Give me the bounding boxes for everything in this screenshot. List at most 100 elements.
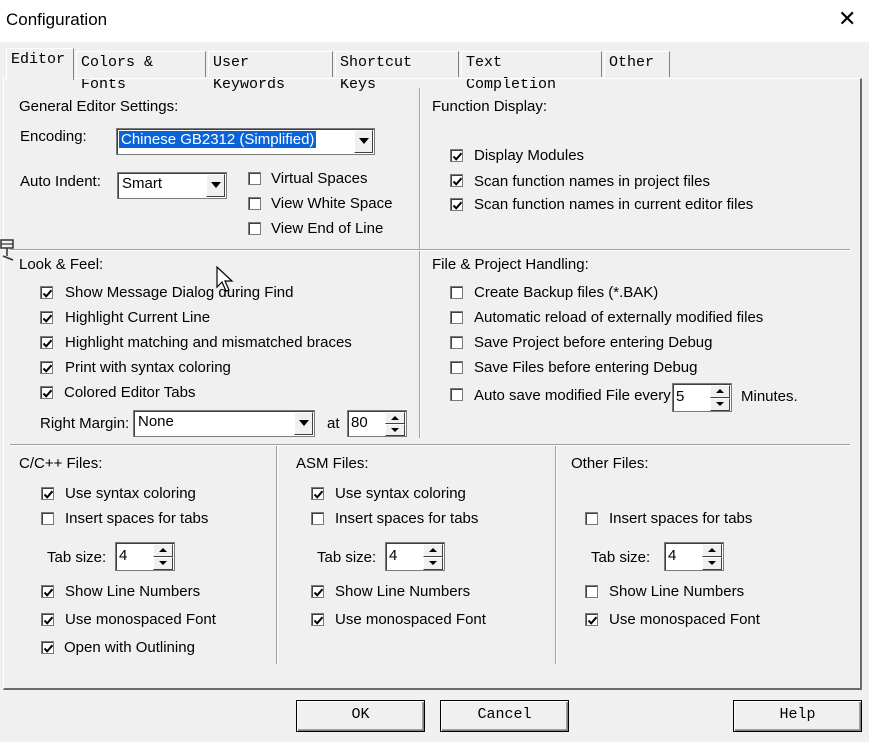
auto-save-checkbox[interactable] bbox=[450, 388, 463, 401]
colored-editor-tabs-label: Colored Editor Tabs bbox=[64, 384, 196, 401]
c-files-heading: C/C++ Files: bbox=[19, 455, 103, 472]
check-icon bbox=[43, 588, 54, 597]
check-icon bbox=[452, 201, 463, 210]
help-button[interactable]: Help bbox=[733, 700, 862, 732]
general-settings-heading: General Editor Settings: bbox=[19, 98, 179, 115]
tab-shortcut-keys[interactable]: Shortcut Keys bbox=[335, 51, 459, 93]
save-files-debug-checkbox[interactable] bbox=[450, 361, 463, 374]
tab-editor[interactable]: Editor bbox=[6, 48, 74, 80]
asm-monospaced-checkbox[interactable] bbox=[311, 613, 324, 626]
c-tab-size-label: Tab size: bbox=[47, 549, 107, 566]
scan-project-files-checkbox[interactable] bbox=[450, 174, 463, 187]
other-show-line-numbers-checkbox[interactable] bbox=[585, 585, 598, 598]
check-icon bbox=[42, 289, 53, 298]
view-white-space-checkbox[interactable] bbox=[248, 197, 261, 210]
view-end-of-line-checkbox[interactable] bbox=[248, 222, 261, 235]
check-icon bbox=[452, 152, 463, 161]
tab-other[interactable]: Other bbox=[604, 51, 670, 77]
asm-tab-size-label: Tab size: bbox=[317, 549, 377, 566]
scan-project-files-label: Scan function names in project files bbox=[474, 173, 710, 190]
view-end-of-line-label: View End of Line bbox=[271, 220, 384, 237]
c-insert-spaces-checkbox[interactable] bbox=[41, 512, 54, 525]
tab-colors-fonts[interactable]: Colors & Fonts bbox=[76, 51, 206, 93]
spin-down-icon[interactable] bbox=[702, 557, 722, 570]
spin-up-icon[interactable] bbox=[385, 412, 405, 424]
create-backup-label: Create Backup files (*.BAK) bbox=[474, 284, 659, 301]
cancel-button[interactable]: Cancel bbox=[440, 700, 569, 732]
right-margin-column-value: 80 bbox=[351, 414, 368, 431]
auto-save-label: Auto save modified File every bbox=[474, 387, 671, 404]
mouse-cursor-icon bbox=[216, 266, 234, 292]
spin-up-icon[interactable] bbox=[423, 544, 443, 557]
c-tab-size-spinner[interactable]: 4 bbox=[115, 542, 175, 571]
asm-show-line-numbers-checkbox[interactable] bbox=[311, 585, 324, 598]
spin-down-icon[interactable] bbox=[423, 557, 443, 570]
spin-up-icon[interactable] bbox=[710, 385, 730, 398]
print-syntax-coloring-checkbox[interactable] bbox=[40, 361, 53, 374]
other-files-heading: Other Files: bbox=[571, 455, 649, 472]
section-divider bbox=[10, 444, 850, 446]
highlight-braces-checkbox[interactable] bbox=[40, 336, 53, 349]
spin-down-icon[interactable] bbox=[153, 557, 173, 570]
spin-down-icon[interactable] bbox=[710, 398, 730, 411]
asm-files-heading: ASM Files: bbox=[296, 455, 369, 472]
virtual-spaces-checkbox[interactable] bbox=[248, 172, 261, 185]
encoding-value: Chinese GB2312 (Simplified) bbox=[119, 131, 317, 148]
check-icon bbox=[452, 177, 463, 186]
save-project-debug-checkbox[interactable] bbox=[450, 336, 463, 349]
scan-editor-files-checkbox[interactable] bbox=[450, 198, 463, 211]
c-outlining-label: Open with Outlining bbox=[64, 639, 195, 656]
c-monospaced-checkbox[interactable] bbox=[41, 613, 54, 626]
show-message-dialog-checkbox[interactable] bbox=[40, 286, 53, 299]
spin-up-icon[interactable] bbox=[153, 544, 173, 557]
right-margin-spinner[interactable]: 80 bbox=[347, 410, 407, 437]
auto-reload-label: Automatic reload of externally modified … bbox=[474, 309, 764, 326]
asm-use-syntax-checkbox[interactable] bbox=[311, 487, 324, 500]
check-icon bbox=[43, 490, 54, 499]
auto-indent-select[interactable]: Smart bbox=[117, 172, 227, 199]
right-margin-label: Right Margin: bbox=[40, 415, 130, 432]
asm-tab-size-spinner[interactable]: 4 bbox=[385, 542, 445, 571]
ok-button[interactable]: OK bbox=[296, 700, 425, 732]
check-icon bbox=[587, 616, 598, 625]
right-margin-select[interactable]: None bbox=[133, 410, 315, 437]
c-use-syntax-checkbox[interactable] bbox=[41, 487, 54, 500]
other-monospaced-checkbox[interactable] bbox=[585, 613, 598, 626]
chevron-down-icon[interactable] bbox=[354, 130, 373, 153]
auto-save-minutes-spinner[interactable]: 5 bbox=[672, 383, 732, 412]
other-insert-spaces-label: Insert spaces for tabs bbox=[609, 510, 753, 527]
close-icon[interactable]: ✕ bbox=[838, 6, 856, 32]
check-icon bbox=[313, 588, 324, 597]
check-icon bbox=[42, 389, 53, 398]
asm-insert-spaces-label: Insert spaces for tabs bbox=[335, 510, 479, 527]
c-outlining-checkbox[interactable] bbox=[41, 641, 54, 654]
title-bar bbox=[0, 0, 869, 42]
highlight-current-line-label: Highlight Current Line bbox=[65, 309, 211, 326]
asm-tab-size-value: 4 bbox=[389, 547, 398, 564]
function-display-heading: Function Display: bbox=[432, 98, 548, 115]
check-icon bbox=[43, 616, 54, 625]
asm-insert-spaces-checkbox[interactable] bbox=[311, 512, 324, 525]
create-backup-checkbox[interactable] bbox=[450, 286, 463, 299]
section-divider bbox=[10, 249, 850, 251]
c-show-line-numbers-checkbox[interactable] bbox=[41, 585, 54, 598]
spin-down-icon[interactable] bbox=[385, 424, 405, 436]
chevron-down-icon[interactable] bbox=[294, 412, 313, 435]
tab-text-completion[interactable]: Text Completion bbox=[461, 51, 602, 93]
auto-reload-checkbox[interactable] bbox=[450, 311, 463, 324]
auto-indent-label: Auto Indent: bbox=[20, 173, 101, 190]
colored-editor-tabs-checkbox[interactable] bbox=[40, 386, 53, 399]
c-tab-size-value: 4 bbox=[119, 547, 128, 564]
check-icon bbox=[42, 339, 53, 348]
chevron-down-icon[interactable] bbox=[206, 174, 225, 197]
highlight-current-line-checkbox[interactable] bbox=[40, 311, 53, 324]
encoding-select[interactable]: Chinese GB2312 (Simplified) bbox=[116, 128, 375, 155]
display-modules-checkbox[interactable] bbox=[450, 149, 463, 162]
other-tab-size-spinner[interactable]: 4 bbox=[664, 542, 724, 571]
asm-use-syntax-label: Use syntax coloring bbox=[335, 485, 466, 502]
other-tab-size-value: 4 bbox=[668, 547, 677, 564]
other-insert-spaces-checkbox[interactable] bbox=[585, 512, 598, 525]
tab-user-keywords[interactable]: User Keywords bbox=[208, 51, 333, 93]
spin-up-icon[interactable] bbox=[702, 544, 722, 557]
c-monospaced-label: Use monospaced Font bbox=[65, 611, 216, 628]
